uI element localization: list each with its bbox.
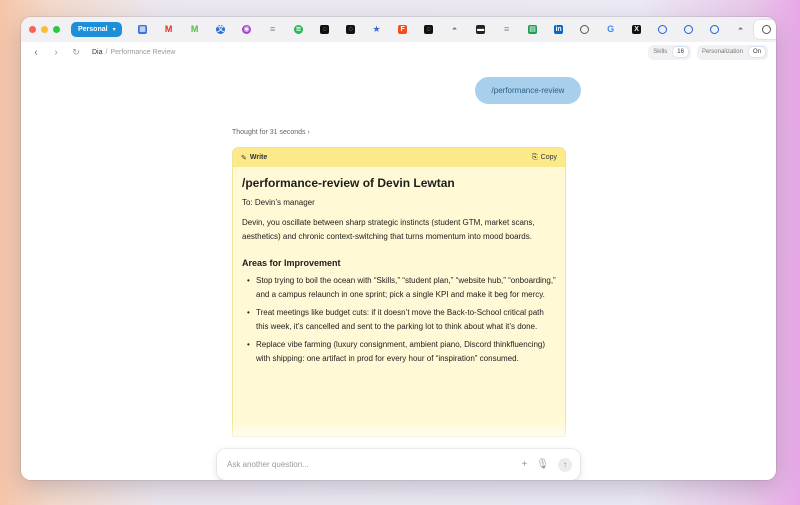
write-card-header: ✎ Write ⎘ Copy — [233, 148, 565, 167]
chevron-down-icon: ▾ — [112, 27, 116, 33]
translate-icon: 文 — [216, 25, 226, 34]
personalization-toggle[interactable]: Personalization On — [696, 44, 768, 60]
reload-button[interactable]: ↻ — [69, 47, 83, 58]
profile-switcher[interactable]: Personal ▾ — [71, 22, 122, 37]
sheets-icon: ▤ — [528, 25, 538, 34]
browser-tab[interactable] — [676, 20, 702, 39]
tab-strip: ▦ M M 文 ◉ ≡ ≋ ◌ ◌ ★ F ◌ ◓ ▬ ≡ ▤ in G X ◓ — [130, 20, 776, 39]
chat-bubble-icon — [762, 25, 772, 34]
browser-tab[interactable]: G — [598, 20, 624, 39]
browser-tab[interactable]: ≡ — [260, 20, 286, 39]
browser-tab[interactable]: 文 — [208, 20, 234, 39]
browser-tab[interactable] — [702, 20, 728, 39]
thought-label: Thought for 31 seconds — [232, 129, 306, 136]
browser-tab[interactable]: ◌ — [338, 20, 364, 39]
maximize-window-button[interactable] — [53, 26, 60, 33]
list-item: Treat meetings like budget cuts: if it d… — [242, 306, 556, 334]
browser-tab[interactable] — [650, 20, 676, 39]
browser-tab[interactable]: ◌ — [416, 20, 442, 39]
list-item: Stop trying to boil the ocean with “Skil… — [242, 274, 556, 302]
terminal-icon: ▬ — [476, 25, 486, 34]
browser-tab[interactable] — [572, 20, 598, 39]
tab-bar: Personal ▾ ▦MM文◉≡≋◌◌★F◌◓▬≡▤inGX◓ + ↓ ⌄ — [21, 17, 776, 42]
browser-tab[interactable]: ≡ — [494, 20, 520, 39]
write-label: Write — [249, 154, 268, 161]
linear-icon: ≡ — [503, 24, 510, 34]
game-icon: ◓ — [737, 24, 744, 34]
browser-tab[interactable]: ◉ — [234, 20, 260, 39]
gmail-icon: M — [164, 24, 173, 34]
minimize-window-button[interactable] — [41, 26, 48, 33]
spotify-icon: ≋ — [294, 25, 304, 34]
chatgpt-icon: ◌ — [346, 25, 356, 34]
copy-button[interactable]: ⎘ Copy — [532, 154, 557, 162]
chevron-right-icon: › — [307, 129, 310, 136]
browser-tab[interactable]: ▦ — [130, 20, 156, 39]
skills-button[interactable]: Skills 16 — [648, 44, 691, 60]
chatgpt-icon: ◌ — [320, 25, 330, 34]
section-heading: Areas for Improvement — [242, 258, 341, 268]
breadcrumb-separator: / — [105, 48, 108, 56]
nav-bar: ‹ › ↻ Dia / Performance Review Skills 16… — [21, 42, 776, 62]
x-icon: X — [632, 25, 642, 34]
send-button[interactable]: ↑ — [558, 457, 572, 472]
browser-tab[interactable]: ◌ — [312, 20, 338, 39]
browser-tab[interactable]: ★ — [364, 20, 390, 39]
chat-area: /performance-review Thought for 31 secon… — [21, 62, 776, 480]
chat-bubble-icon — [580, 25, 590, 34]
forward-button[interactable]: › — [49, 47, 63, 58]
copy-icon: ⎘ — [532, 153, 538, 161]
1password-icon — [684, 25, 694, 34]
ask-input[interactable] — [227, 460, 513, 469]
browser-tab[interactable] — [753, 20, 776, 39]
1password-icon — [658, 25, 668, 34]
list-item: Replace vibe farming (luxury consignment… — [242, 338, 556, 366]
google-icon: G — [607, 24, 615, 34]
personalization-label: Personalization — [701, 49, 743, 55]
browser-tab[interactable]: M — [182, 20, 208, 39]
linkedin-icon: in — [554, 25, 564, 34]
browser-tab[interactable]: X — [624, 20, 650, 39]
browser-tab[interactable]: ≋ — [286, 20, 312, 39]
profile-label: Personal — [78, 26, 108, 33]
miro-icon: M — [190, 24, 199, 34]
breadcrumb-page: Performance Review — [110, 48, 176, 56]
chatgpt-icon: ◌ — [424, 25, 434, 34]
back-button[interactable]: ‹ — [29, 47, 43, 58]
microphone-icon[interactable]: 🎙︎ — [536, 459, 549, 470]
improvement-list: Stop trying to boil the ocean with “Skil… — [242, 274, 556, 366]
game-icon: ◓ — [451, 24, 458, 34]
thought-toggle[interactable]: Thought for 31 seconds › — [232, 129, 310, 136]
copy-label: Copy — [540, 154, 557, 161]
personalization-status-badge: On — [748, 47, 765, 57]
intro-paragraph: Devin, you oscillate between sharp strat… — [242, 218, 535, 241]
ask-bar: + 🎙︎ ↑ — [217, 449, 580, 480]
browser-tab[interactable]: ◓ — [728, 20, 754, 39]
document-title: /performance-review of Devin Lewtan — [242, 176, 455, 190]
close-window-button[interactable] — [29, 26, 36, 33]
browser-tab[interactable]: M — [156, 20, 182, 39]
add-attachment-icon[interactable]: + — [521, 459, 527, 470]
calendar-icon: ▦ — [138, 25, 148, 34]
browser-tab[interactable]: in — [546, 20, 572, 39]
window-controls — [29, 26, 60, 33]
recipient-line: To: Devin’s manager — [242, 198, 315, 207]
skills-label: Skills — [653, 49, 668, 55]
star-icon: ★ — [372, 24, 381, 34]
browser-tab[interactable]: F — [390, 20, 416, 39]
browser-tab[interactable]: ▬ — [468, 20, 494, 39]
1password-icon — [710, 25, 720, 34]
browser-tab[interactable]: ▤ — [520, 20, 546, 39]
browser-tab[interactable]: ◓ — [442, 20, 468, 39]
user-message-bubble: /performance-review — [475, 77, 581, 104]
breadcrumb-site[interactable]: Dia — [92, 49, 103, 56]
write-card: ✎ Write ⎘ Copy /performance-review of De… — [232, 147, 566, 437]
linear-icon: ≡ — [269, 24, 276, 34]
pencil-icon: ✎ — [241, 154, 247, 162]
breadcrumb: Dia / Performance Review — [92, 49, 175, 56]
figma-icon: F — [398, 25, 408, 34]
chrome-icon: ◉ — [242, 25, 252, 34]
browser-window: Personal ▾ ▦MM文◉≡≋◌◌★F◌◓▬≡▤inGX◓ + ↓ ⌄ ‹… — [21, 17, 776, 480]
skills-count-badge: 16 — [673, 47, 688, 57]
